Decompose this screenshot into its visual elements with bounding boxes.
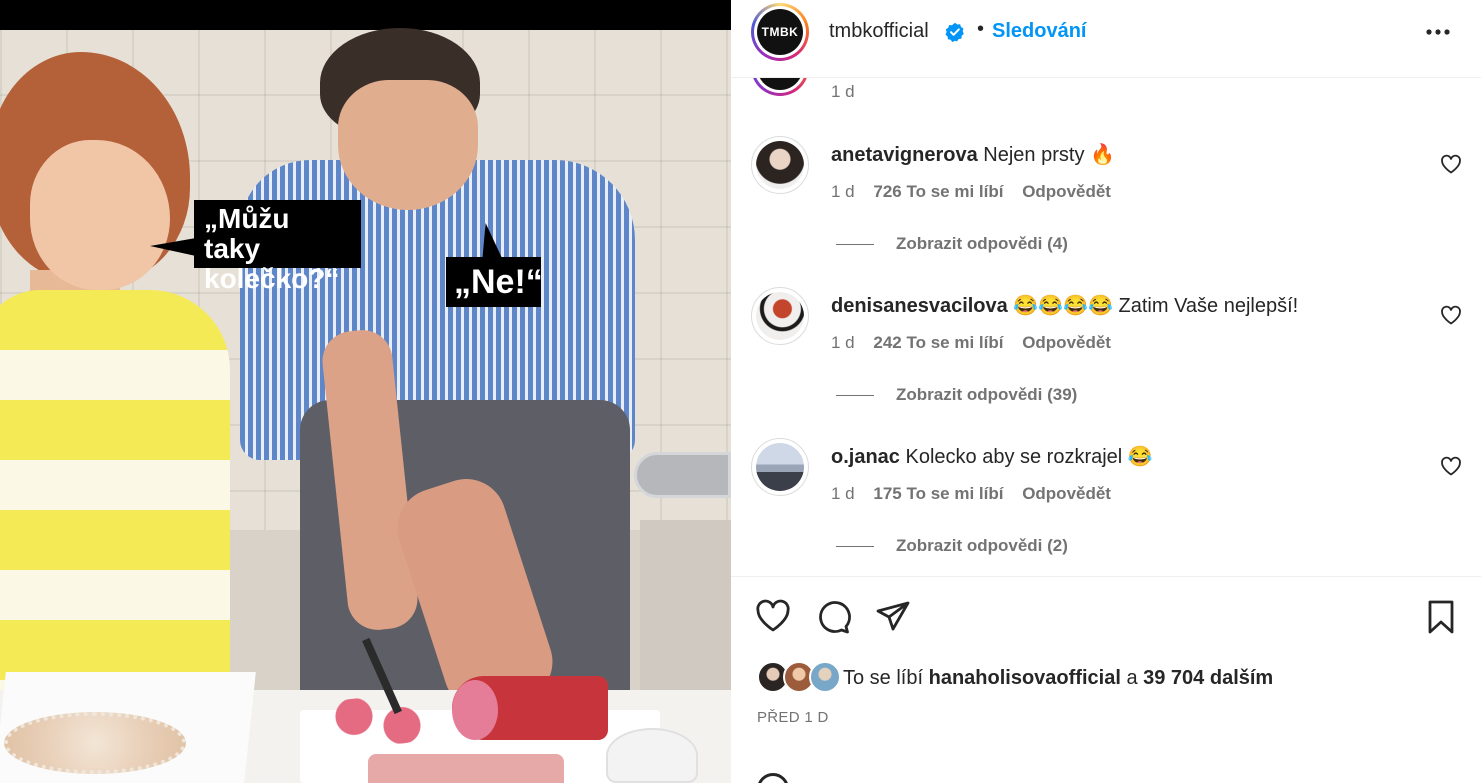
likes-prefix: To se líbí (843, 667, 924, 689)
like-heart-icon[interactable] (755, 599, 791, 635)
header-separator: • (977, 18, 985, 40)
comment-body: 😂😂😂😂 Zatim Vaše nejlepší! (1013, 295, 1299, 317)
heart-icon[interactable] (1440, 456, 1462, 476)
comment-item: anetavignerova Nejen prsty 🔥 1 d 726 To … (731, 136, 1481, 286)
bowl (606, 728, 698, 783)
post-image[interactable]: „Můžu taky kolečko?“ „Ne!“ (0, 0, 731, 783)
comment-username[interactable]: anetavignerova (831, 144, 978, 166)
more-options-icon[interactable] (1423, 22, 1453, 42)
previous-comment-time: 1 d (831, 82, 855, 101)
comment-avatar[interactable] (751, 136, 809, 194)
reply-button[interactable]: Odpovědět (1022, 182, 1111, 201)
comment-meta: 1 d 242 To se mi líbí Odpovědět (831, 333, 1125, 353)
comment-time: 1 d (831, 182, 855, 201)
replies-divider-line (836, 244, 874, 246)
speech-bubble-right: „Ne!“ (446, 257, 543, 307)
post-header: TMBK tmbkofficial • Sledování (731, 0, 1481, 78)
view-replies-label: Zobrazit odpovědi (4) (896, 234, 1068, 253)
salami-cut-end (452, 680, 498, 740)
likes-summary: To se líbí hanaholisovaofficial a 39 704… (843, 667, 1273, 690)
bookmark-icon[interactable] (1423, 599, 1459, 635)
view-replies-button[interactable]: Zobrazit odpovědi (39) (836, 385, 1077, 405)
comment-username[interactable]: o.janac (831, 446, 900, 468)
share-icon[interactable] (875, 599, 911, 635)
comment-meta: 1 d 175 To se mi líbí Odpovědět (831, 484, 1125, 504)
likes-conjunction: a (1126, 667, 1138, 689)
instagram-post-view: „Můžu taky kolečko?“ „Ne!“ 1 d TMBK tmbk… (0, 0, 1481, 783)
owner-avatar[interactable]: TMBK (751, 3, 809, 61)
comment-time: 1 d (831, 333, 855, 352)
comment-likes[interactable]: 242 To se mi líbí (873, 333, 1003, 352)
woman-right-face (338, 80, 478, 210)
speech-bubble-left: „Můžu taky kolečko?“ (150, 200, 361, 294)
comment-likes[interactable]: 175 To se mi líbí (873, 484, 1003, 503)
emoji-icon[interactable] (757, 773, 789, 783)
heart-icon[interactable] (1440, 305, 1462, 325)
view-replies-button[interactable]: Zobrazit odpovědi (4) (836, 234, 1068, 254)
view-replies-label: Zobrazit odpovědi (2) (896, 536, 1068, 555)
post-timestamp[interactable]: PŘED 1 D (757, 709, 829, 726)
verified-badge-icon (945, 22, 964, 42)
replies-divider-line (836, 395, 874, 397)
liked-by-avatar (809, 661, 841, 693)
comment-icon[interactable] (815, 599, 851, 635)
image-top-bar (0, 0, 731, 30)
comment-text: anetavignerova Nejen prsty 🔥 (831, 142, 1115, 167)
following-button[interactable]: Sledování (992, 20, 1086, 43)
heart-icon[interactable] (1440, 154, 1462, 174)
comment-avatar[interactable] (751, 438, 809, 496)
comment-likes[interactable]: 726 To se mi líbí (873, 182, 1003, 201)
comment-text: o.janac Kolecko aby se rozkrajel 😂 (831, 444, 1153, 469)
comment-item: o.janac Kolecko aby se rozkrajel 😂 1 d 1… (731, 438, 1481, 588)
comment-item: denisanesvacilova 😂😂😂😂 Zatim Vaše nejlep… (731, 287, 1481, 437)
likes-count[interactable]: 39 704 dalším (1143, 667, 1273, 689)
comment-avatar[interactable] (751, 287, 809, 345)
comment-body: Kolecko aby se rozkrajel 😂 (905, 446, 1153, 468)
pizza-base (4, 712, 186, 774)
post-side-panel: 1 d TMBK tmbkofficial • Sledování anetav (731, 0, 1481, 783)
owner-avatar-logo: TMBK (757, 9, 803, 55)
liked-by-user[interactable]: hanaholisovaofficial (929, 667, 1121, 689)
salami-slices (318, 698, 438, 744)
comment-text: denisanesvacilova 😂😂😂😂 Zatim Vaše nejlep… (831, 293, 1298, 318)
sink (634, 452, 731, 498)
comment-meta: 1 d 726 To se mi líbí Odpovědět (831, 182, 1125, 202)
post-actions: To se líbí hanaholisovaofficial a 39 704… (731, 576, 1481, 783)
comment-time: 1 d (831, 484, 855, 503)
woman-left-shirt (0, 290, 230, 710)
comment-body: Nejen prsty 🔥 (983, 144, 1115, 166)
ham-slices (368, 754, 564, 783)
owner-username[interactable]: tmbkofficial (829, 20, 929, 43)
reply-button[interactable]: Odpovědět (1022, 484, 1111, 503)
comment-username[interactable]: denisanesvacilova (831, 295, 1008, 317)
view-replies-button[interactable]: Zobrazit odpovědi (2) (836, 536, 1068, 556)
view-replies-label: Zobrazit odpovědi (39) (896, 385, 1078, 404)
reply-button[interactable]: Odpovědět (1022, 333, 1111, 352)
replies-divider-line (836, 546, 874, 548)
